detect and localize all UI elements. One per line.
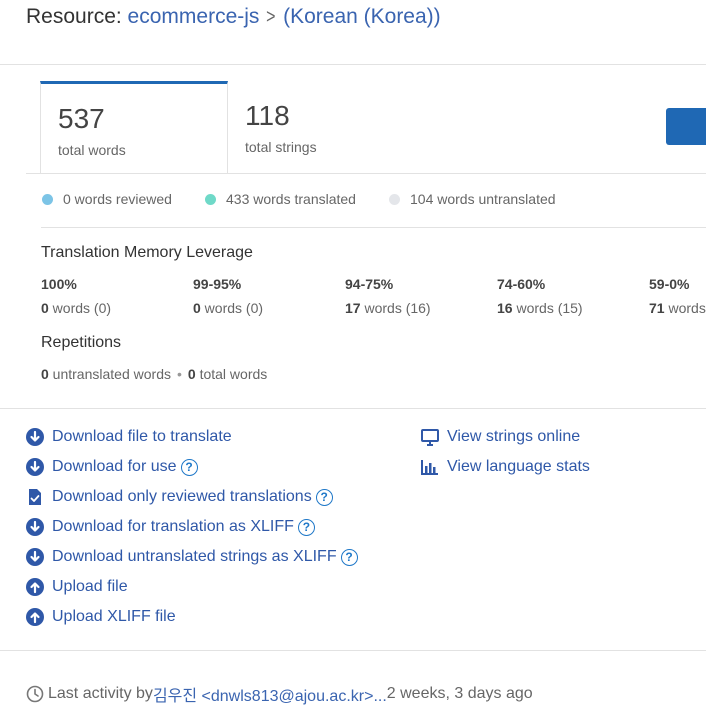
rep-total-count: 0	[187, 366, 196, 382]
upload-xliff-label: Upload XLIFF file	[52, 608, 176, 625]
divider	[0, 650, 706, 651]
clock-icon	[26, 685, 44, 703]
divider	[0, 64, 706, 65]
download-untranslated-xliff-link[interactable]: Download untranslated strings as XLIFF ?	[26, 548, 358, 566]
legend-reviewed-label: 0 words reviewed	[63, 191, 172, 207]
tm-pct: 99-95%	[193, 276, 242, 292]
help-icon[interactable]: ?	[315, 488, 333, 506]
separator-dot: •	[176, 366, 182, 382]
download-circle-icon	[26, 458, 44, 476]
tm-words: words (15)	[512, 300, 583, 316]
tm-pct: 94-75%	[345, 276, 394, 292]
download-file-link[interactable]: Download file to translate	[26, 428, 232, 446]
download-circle-icon	[26, 428, 44, 446]
download-reviewed-label: Download only reviewed translations	[52, 488, 312, 505]
tm-words: words (16)	[360, 300, 431, 316]
view-strings-link[interactable]: View strings online	[421, 428, 580, 446]
tm-count: 17	[345, 300, 361, 316]
repetitions-title: Repetitions	[41, 334, 122, 351]
rep-untranslated-label: untranslated words	[48, 366, 171, 382]
resource-link[interactable]: ecommerce-js	[128, 5, 260, 28]
download-xliff-label: Download for translation as XLIFF	[52, 518, 294, 535]
upload-file-link[interactable]: Upload file	[26, 578, 128, 596]
page-title: Resource: ecommerce-js > (Korean (Korea))	[26, 5, 441, 29]
tm-words: words (0)	[200, 300, 264, 316]
total-strings-value: 118	[245, 100, 290, 131]
help-icon[interactable]: ?	[180, 458, 198, 476]
tm-count: 71	[649, 300, 665, 316]
last-activity: Last activity by 김우진 <dnwls813@ajou.ac.k…	[26, 682, 533, 706]
legend-untranslated: 104 words untranslated	[389, 191, 556, 207]
chevron-right-icon: >	[266, 6, 276, 28]
view-strings-label: View strings online	[447, 428, 581, 445]
download-for-use-label: Download for use	[52, 458, 177, 475]
tm-column: 99-95% 0 words (0)	[193, 276, 263, 316]
tm-count: 16	[497, 300, 513, 316]
help-icon[interactable]: ?	[340, 548, 358, 566]
translated-dot-icon	[205, 193, 216, 205]
legend-translated: 433 words translated	[205, 191, 356, 207]
legend-reviewed: 0 words reviewed	[42, 191, 172, 207]
tm-pct: 74-60%	[497, 276, 546, 292]
language-link[interactable]: (Korean (Korea))	[283, 5, 441, 28]
download-circle-icon	[26, 518, 44, 536]
tm-pct: 100%	[41, 276, 77, 292]
title-prefix: Resource:	[26, 5, 128, 28]
activity-user-link[interactable]: 김우진 <dnwls813@ajou.ac.kr>...	[153, 682, 387, 706]
rep-total-label: total words	[195, 366, 268, 382]
help-icon[interactable]: ?	[297, 518, 315, 536]
untranslated-dot-icon	[389, 193, 400, 205]
last-activity-prefix: Last activity by	[48, 685, 153, 702]
download-untranslated-xliff-label: Download untranslated strings as XLIFF	[52, 548, 337, 565]
divider	[0, 408, 706, 409]
download-circle-icon	[26, 548, 44, 566]
view-language-stats-link[interactable]: View language stats	[421, 458, 590, 476]
tm-column: 74-60% 16 words (15)	[497, 276, 583, 316]
repetitions-summary: 0 untranslated words • 0 total words	[41, 366, 267, 382]
total-words-value: 537	[58, 103, 105, 134]
tm-count: 0	[193, 300, 201, 316]
tm-column: 59-0% 71 words	[649, 276, 706, 316]
total-words-label: total words	[58, 142, 126, 158]
tm-count: 0	[41, 300, 49, 316]
tm-words: words	[664, 300, 706, 316]
view-language-stats-label: View language stats	[447, 458, 590, 475]
legend-untranslated-label: 104 words untranslated	[410, 191, 556, 207]
divider	[41, 227, 706, 228]
monitor-icon	[421, 429, 439, 446]
tm-column: 94-75% 17 words (16)	[345, 276, 431, 316]
divider	[26, 173, 706, 174]
tm-title: Translation Memory Leverage	[41, 244, 253, 261]
upload-xliff-link[interactable]: Upload XLIFF file	[26, 608, 176, 626]
tm-column: 100% 0 words (0)	[41, 276, 111, 316]
download-xliff-link[interactable]: Download for translation as XLIFF ?	[26, 518, 315, 536]
bar-chart-icon	[421, 460, 438, 475]
activity-time: 2 weeks, 3 days ago	[386, 685, 533, 702]
legend-translated-label: 433 words translated	[226, 191, 356, 207]
total-words-tab[interactable]: 537 total words	[40, 81, 228, 173]
upload-circle-icon	[26, 578, 44, 596]
primary-action-button[interactable]	[666, 108, 706, 145]
download-for-use-link[interactable]: Download for use ?	[26, 458, 198, 476]
tm-pct: 59-0%	[649, 276, 690, 292]
download-reviewed-link[interactable]: Download only reviewed translations ?	[26, 488, 333, 506]
upload-circle-icon	[26, 608, 44, 626]
upload-file-label: Upload file	[52, 578, 128, 595]
download-file-label: Download file to translate	[52, 428, 232, 445]
reviewed-dot-icon	[42, 193, 53, 205]
rep-untranslated-count: 0	[41, 366, 49, 382]
document-check-icon	[29, 489, 41, 505]
total-strings-label: total strings	[245, 139, 317, 155]
tm-words: words (0)	[48, 300, 112, 316]
